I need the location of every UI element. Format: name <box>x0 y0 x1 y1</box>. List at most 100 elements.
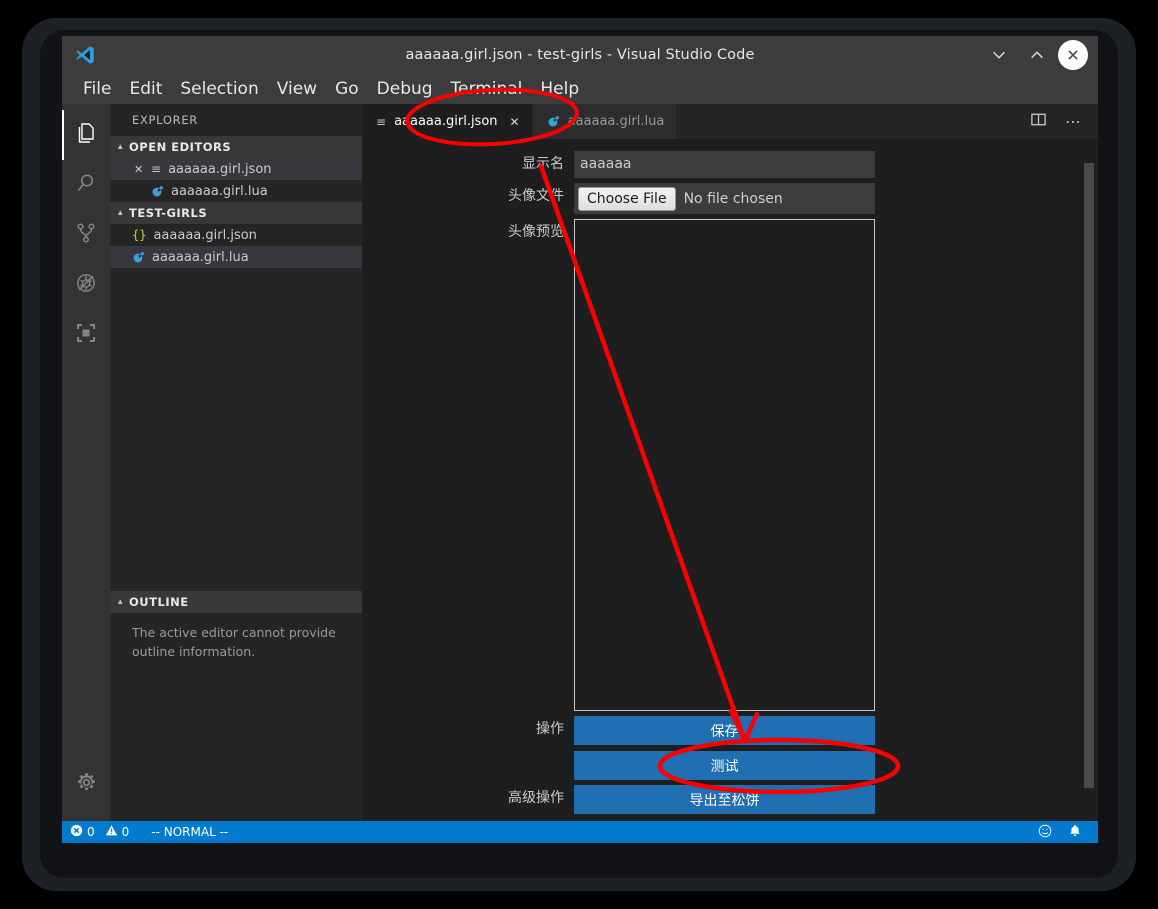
open-editor-label: aaaaaa.girl.lua <box>171 183 268 199</box>
tab-close-icon[interactable]: ✕ <box>510 115 520 129</box>
folder-header[interactable]: ▴ TEST-GIRLS <box>110 202 362 224</box>
close-icon[interactable]: ✕ <box>134 163 144 176</box>
test-button[interactable]: 测试 <box>574 751 875 780</box>
tabs-bar: ≡ aaaaaa.girl.json ✕ aaaaaa.girl.lua ⋯ <box>362 104 1098 139</box>
close-button[interactable] <box>1058 40 1088 70</box>
chevron-down-icon: ▴ <box>118 597 124 607</box>
editor-group: ≡ aaaaaa.girl.json ✕ aaaaaa.girl.lua ⋯ 显… <box>362 104 1098 821</box>
file-status-text: No file chosen <box>683 190 783 207</box>
label-avatar-file: 头像文件 <box>508 188 564 204</box>
advanced-buttons-wrap: 导出至松饼 <box>574 785 875 814</box>
display-name-input[interactable] <box>574 151 875 178</box>
warning-icon <box>105 824 118 840</box>
open-editor-row-lua[interactable]: aaaaaa.girl.lua <box>110 180 362 202</box>
folder-label: TEST-GIRLS <box>129 206 208 220</box>
workbench-body: EXPLORER ▴ OPEN EDITORS ✕ ≡ aaaaaa.girl.… <box>62 104 1098 821</box>
lua-icon <box>151 185 164 198</box>
lua-icon <box>547 115 560 128</box>
action-buttons-wrap: 保存 测试 <box>574 716 875 780</box>
json-lines-icon: ≡ <box>151 162 162 176</box>
file-label: aaaaaa.girl.json <box>153 227 257 243</box>
tab-label: aaaaaa.girl.json <box>394 114 498 129</box>
choose-file-button[interactable]: Choose File <box>578 186 676 211</box>
files-icon <box>74 121 98 149</box>
form-row-avatar-preview: 头像预览 <box>362 219 1098 711</box>
menu-item-help[interactable]: Help <box>531 74 588 104</box>
split-editor-icon[interactable] <box>1030 111 1047 132</box>
menu-item-view[interactable]: View <box>268 74 326 104</box>
label-display-name: 显示名 <box>522 156 564 172</box>
json-lines-icon: ≡ <box>376 114 387 129</box>
outline-header[interactable]: ▴ OUTLINE <box>110 591 362 613</box>
file-row-lua[interactable]: aaaaaa.girl.lua <box>110 246 362 268</box>
status-right <box>1038 824 1090 841</box>
menu-item-file[interactable]: File <box>74 74 120 104</box>
outline-section: ▴ OUTLINE The active editor cannot provi… <box>110 591 362 661</box>
menu-item-selection[interactable]: Selection <box>171 74 267 104</box>
smiley-icon[interactable] <box>1038 824 1052 841</box>
window-title: aaaaaa.girl.json - test-girls - Visual S… <box>405 47 755 63</box>
menu-item-terminal[interactable]: Terminal <box>442 74 532 104</box>
activity-item-source-control[interactable] <box>62 210 110 260</box>
open-editors-section: ▴ OPEN EDITORS ✕ ≡ aaaaaa.girl.json aaaa… <box>110 136 362 268</box>
status-left: 0 0 -- NORMAL -- <box>70 824 228 840</box>
avatar-file-input[interactable]: Choose File No file chosen <box>574 183 875 214</box>
chevron-down-icon: ▴ <box>118 142 124 152</box>
field-display-name-wrap <box>574 151 875 178</box>
activity-item-settings[interactable] <box>62 759 110 809</box>
sidebar: EXPLORER ▴ OPEN EDITORS ✕ ≡ aaaaaa.girl.… <box>110 104 362 821</box>
error-count: 0 <box>87 825 95 839</box>
file-label: aaaaaa.girl.lua <box>152 249 249 265</box>
vim-mode-indicator: -- NORMAL -- <box>151 825 229 839</box>
activity-item-search[interactable] <box>62 160 110 210</box>
outline-label: OUTLINE <box>129 595 189 609</box>
outline-message: The active editor cannot provide outline… <box>132 625 336 659</box>
activity-bar <box>62 104 110 821</box>
save-button[interactable]: 保存 <box>574 716 875 745</box>
more-actions-icon[interactable]: ⋯ <box>1065 112 1082 131</box>
field-avatar-file-wrap: Choose File No file chosen <box>574 183 875 214</box>
problems-status[interactable]: 0 0 <box>70 824 129 840</box>
editor-scrollbar[interactable] <box>1084 163 1094 788</box>
error-icon <box>70 824 83 840</box>
form-row-avatar-file: 头像文件 Choose File No file chosen <box>362 183 1098 214</box>
maximize-button[interactable] <box>1020 40 1054 70</box>
activity-item-debug[interactable] <box>62 260 110 310</box>
gear-icon <box>75 771 98 798</box>
json-braces-icon: {} <box>132 228 147 242</box>
warning-count: 0 <box>121 825 130 839</box>
label-actions: 操作 <box>536 721 564 737</box>
tab-aaaaaa-girl-lua[interactable]: aaaaaa.girl.lua <box>532 104 678 139</box>
open-editors-label: OPEN EDITORS <box>129 140 232 154</box>
status-bar: 0 0 -- NORMAL -- <box>62 821 1098 843</box>
chevron-down-icon: ▴ <box>118 208 124 218</box>
export-to-songbing-button[interactable]: 导出至松饼 <box>574 785 875 814</box>
activity-item-extensions[interactable] <box>62 310 110 360</box>
menu-item-edit[interactable]: Edit <box>120 74 171 104</box>
activity-item-explorer[interactable] <box>62 110 110 160</box>
file-row-json[interactable]: {} aaaaaa.girl.json <box>110 224 362 246</box>
tab-aaaaaa-girl-json[interactable]: ≡ aaaaaa.girl.json ✕ <box>362 104 533 139</box>
vscode-logo-icon <box>62 44 108 66</box>
bell-icon[interactable] <box>1068 824 1082 841</box>
explorer-empty-space <box>110 268 362 591</box>
screen: aaaaaa.girl.json - test-girls - Visual S… <box>0 0 1158 909</box>
menu-bar: File Edit Selection View Go Debug Termin… <box>62 74 1098 104</box>
label-advanced-actions: 高级操作 <box>508 790 564 806</box>
search-icon <box>74 171 98 199</box>
field-avatar-preview-wrap <box>574 219 875 711</box>
title-bar: aaaaaa.girl.json - test-girls - Visual S… <box>62 36 1098 74</box>
menu-item-go[interactable]: Go <box>326 74 368 104</box>
open-editors-header[interactable]: ▴ OPEN EDITORS <box>110 136 362 158</box>
open-editor-row-json[interactable]: ✕ ≡ aaaaaa.girl.json <box>110 158 362 180</box>
lua-icon <box>132 251 145 264</box>
debug-icon <box>74 271 98 299</box>
extensions-icon <box>74 321 98 349</box>
minimize-button[interactable] <box>982 40 1016 70</box>
menu-item-debug[interactable]: Debug <box>368 74 442 104</box>
open-editor-label: aaaaaa.girl.json <box>168 161 272 177</box>
outline-empty-space <box>110 661 362 821</box>
sidebar-title: EXPLORER <box>132 113 198 127</box>
vscode-window: aaaaaa.girl.json - test-girls - Visual S… <box>62 36 1098 843</box>
tab-label: aaaaaa.girl.lua <box>567 114 665 129</box>
